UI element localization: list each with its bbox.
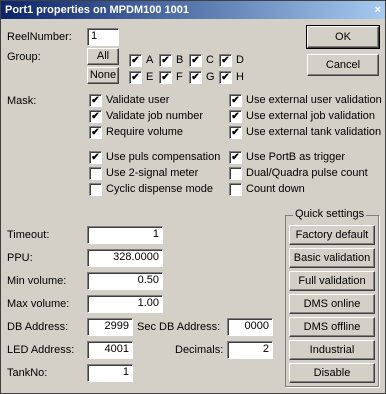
check-mark-icon: ✔ [231,95,240,106]
led-address-label: LED Address: [7,344,75,356]
check-mark-icon: ✔ [131,55,140,66]
cancel-button[interactable]: Cancel [307,54,379,76]
check-mark-icon: ✔ [91,111,100,122]
group-a-checkbox[interactable]: ✔ [129,54,142,67]
group-d-label[interactable]: D [236,53,244,67]
mask-validate-user-checkbox[interactable]: ✔ [89,94,102,107]
decimals-input[interactable]: 2 [227,341,273,359]
check-mark-icon: ✔ [161,55,170,66]
max-volume-input[interactable]: 1.00 [87,295,163,313]
db-address-input[interactable]: 2999 [87,318,133,336]
mask-use-external-tank-validation-checkbox[interactable]: ✔ [229,126,242,139]
mask-use-external-job-validation-checkbox[interactable]: ✔ [229,110,242,123]
group-h-checkbox[interactable]: ✔ [219,71,232,84]
check-mark-icon: ✔ [221,72,230,83]
mask-use-2-signal-meter-label[interactable]: Use 2-signal meter [106,166,198,180]
ppu-label: PPU: [7,252,33,264]
tank-no-label: TankNo: [7,367,48,379]
mask-use-puls-compensation-checkbox[interactable]: ✔ [89,151,102,164]
group-none-button[interactable]: None [87,67,119,84]
dms-offline-button[interactable]: DMS offline [289,317,375,337]
group-c-checkbox[interactable]: ✔ [189,54,202,67]
group-c-label[interactable]: C [206,53,214,67]
check-mark-icon: ✔ [231,127,240,138]
check-mark-icon: ✔ [161,72,170,83]
led-address-input[interactable]: 4001 [87,341,133,359]
min-volume-input[interactable]: 0.50 [87,272,163,290]
title-bar: Port1 properties on MPDM100 1001 × [1,1,385,19]
industrial-button[interactable]: Industrial [289,340,375,360]
mask-dual-quadra-pulse-count-label[interactable]: Dual/Quadra pulse count [246,166,368,180]
close-icon[interactable]: × [375,1,381,19]
window-title: Port1 properties on MPDM100 1001 [5,4,190,16]
mask-require-volume-checkbox[interactable]: ✔ [89,126,102,139]
mask-cyclic-dispense-mode-checkbox[interactable] [89,183,102,196]
check-mark-icon: ✔ [91,127,100,138]
check-mark-icon: ✔ [191,55,200,66]
mask-use-portb-as-trigger-label[interactable]: Use PortB as trigger [246,150,345,164]
sec-db-address-label: Sec DB Address: [137,321,221,333]
group-a-label[interactable]: A [146,53,153,67]
ok-button[interactable]: OK [306,25,380,49]
mask-use-puls-compensation-label[interactable]: Use puls compensation [106,150,220,164]
mask-require-volume-label[interactable]: Require volume [106,125,183,139]
group-d-checkbox[interactable]: ✔ [219,54,232,67]
mask-validate-job-number-label[interactable]: Validate job number [106,109,203,123]
group-h-label[interactable]: H [236,70,244,84]
timeout-label: Timeout: [7,229,50,241]
min-volume-label: Min volume: [7,275,67,287]
mask-validate-user-label[interactable]: Validate user [106,93,169,107]
group-f-label[interactable]: F [176,70,183,84]
mask-count-down-label[interactable]: Count down [246,182,305,196]
mask-use-external-user-validation-label[interactable]: Use external user validation [246,93,382,107]
group-b-checkbox[interactable]: ✔ [159,54,172,67]
reel-number-input[interactable]: 1 [87,28,119,46]
mask-use-external-user-validation-checkbox[interactable]: ✔ [229,94,242,107]
group-g-checkbox[interactable]: ✔ [189,71,202,84]
group-g-label[interactable]: G [206,70,215,84]
sec-db-address-input[interactable]: 0000 [227,318,273,336]
mask-use-external-job-validation-label[interactable]: Use external job validation [246,109,375,123]
mask-cyclic-dispense-mode-label[interactable]: Cyclic dispense mode [106,182,213,196]
timeout-input[interactable]: 1 [87,226,163,244]
reel-number-label: ReelNumber: [7,31,72,43]
mask-use-2-signal-meter-checkbox[interactable] [89,167,102,180]
check-mark-icon: ✔ [91,95,100,106]
check-mark-icon: ✔ [231,111,240,122]
check-mark-icon: ✔ [131,72,140,83]
group-e-checkbox[interactable]: ✔ [129,71,142,84]
group-label: Group: [7,51,41,63]
max-volume-label: Max volume: [7,298,70,310]
check-mark-icon: ✔ [191,72,200,83]
tank-no-input[interactable]: 1 [87,364,133,382]
group-f-checkbox[interactable]: ✔ [159,71,172,84]
mask-label: Mask: [7,95,37,107]
full-validation-button[interactable]: Full validation [289,271,375,291]
disable-button[interactable]: Disable [289,363,375,383]
check-mark-icon: ✔ [231,152,240,163]
mask-use-external-tank-validation-label[interactable]: Use external tank validation [246,125,381,139]
properties-dialog: Port1 properties on MPDM100 1001 × ReelN… [0,0,386,394]
mask-validate-job-number-checkbox[interactable]: ✔ [89,110,102,123]
mask-dual-quadra-pulse-count-checkbox[interactable] [229,167,242,180]
group-b-label[interactable]: B [176,53,183,67]
group-e-label[interactable]: E [146,70,153,84]
decimals-label: Decimals: [175,344,224,356]
factory-default-button[interactable]: Factory default [289,225,375,245]
db-address-label: DB Address: [7,321,69,333]
quick-settings-title: Quick settings [293,208,367,220]
mask-count-down-checkbox[interactable] [229,183,242,196]
ppu-input[interactable]: 328.0000 [87,249,163,267]
check-mark-icon: ✔ [221,55,230,66]
dms-online-button[interactable]: DMS online [289,294,375,314]
mask-use-portb-as-trigger-checkbox[interactable]: ✔ [229,151,242,164]
check-mark-icon: ✔ [91,152,100,163]
group-all-button[interactable]: All [87,48,119,65]
basic-validation-button[interactable]: Basic validation [289,248,375,268]
